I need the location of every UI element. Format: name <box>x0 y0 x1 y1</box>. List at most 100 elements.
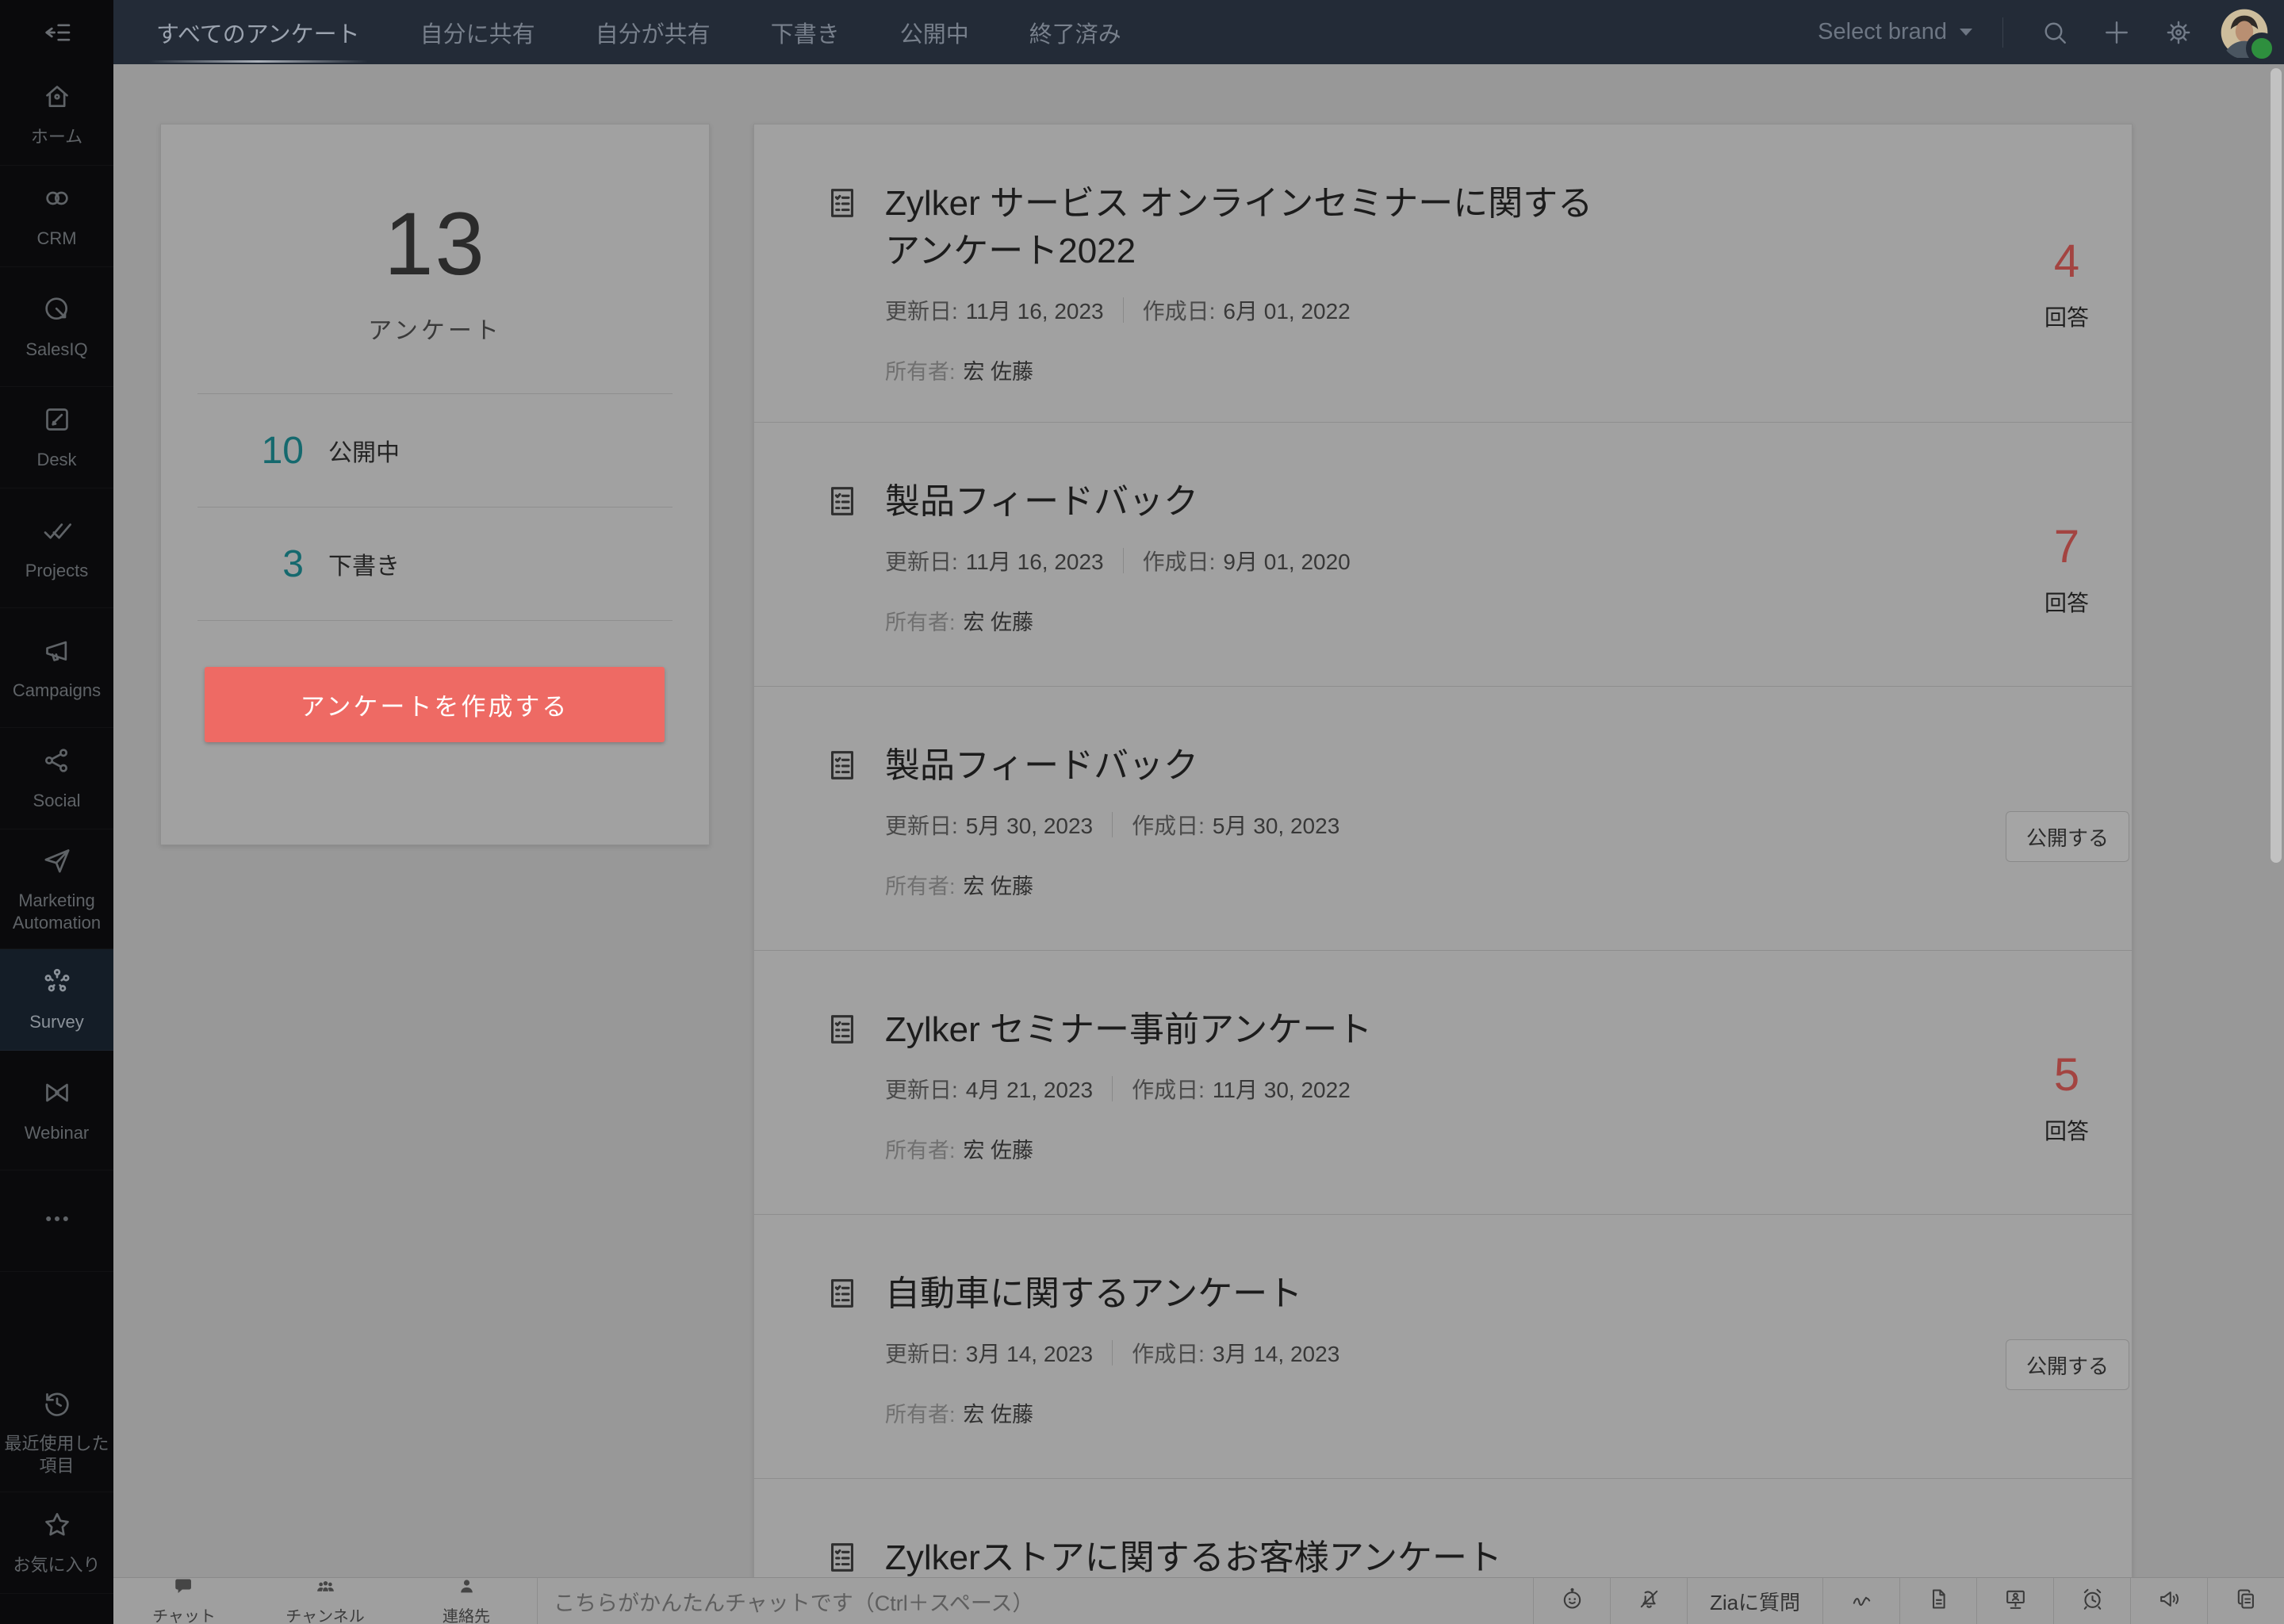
sidebar-item-survey[interactable]: Survey <box>0 949 113 1051</box>
sidebar-item-webinar[interactable]: Webinar <box>0 1051 113 1170</box>
owner-name: 宏 佐藤 <box>963 360 1034 384</box>
response-count[interactable]: 4 回答 <box>2003 235 2130 332</box>
survey-title[interactable]: Zylker セミナー事前アンケート <box>885 1006 1615 1054</box>
stat-row-下書き[interactable]: 3 下書き <box>161 508 709 620</box>
chatbar-item-label: チャンネル <box>286 1608 365 1624</box>
sidebar-item-recent[interactable]: 最近使用した項目 <box>0 1373 113 1492</box>
sidebar-item-social[interactable]: Social <box>0 728 113 829</box>
double-check-icon <box>41 515 73 550</box>
sidebar-item-label: ホーム <box>30 127 83 147</box>
megaphone-icon <box>41 634 73 670</box>
survey-row[interactable]: 製品フィードバック更新日: 5月 30, 2023 作成日: 5月 30, 2023 所… <box>754 687 2132 951</box>
chatbar-cell-clipboard[interactable] <box>2207 1578 2284 1624</box>
updated-label: 更新日: <box>885 299 958 324</box>
chatbar-cell-meeting[interactable] <box>1976 1578 2053 1624</box>
sidebar-item-more[interactable] <box>0 1170 113 1272</box>
presentation-person-icon <box>2003 1587 2028 1615</box>
survey-title[interactable]: 自動車に関するアンケート <box>885 1270 1615 1318</box>
created-date: 11月 30, 2022 <box>1212 1078 1351 1102</box>
sidebar-item-label: Marketing Automation <box>12 891 102 933</box>
survey-meta: 更新日: 5月 30, 2023 作成日: 5月 30, 2023 <box>885 809 1910 841</box>
meta-divider <box>1112 1340 1113 1365</box>
survey-title[interactable]: 製品フィードバック <box>885 478 1615 526</box>
survey-doc-icon <box>824 1011 860 1051</box>
stat-label: 公開中 <box>328 440 400 466</box>
survey-title[interactable]: Zylkerストアに関するお客様アンケート <box>885 1534 1615 1582</box>
burst-icon <box>41 966 73 1002</box>
survey-title[interactable]: Zylker サービス オンラインセミナーに関するアンケート2022 <box>885 180 1615 275</box>
people-group-icon <box>315 1576 336 1601</box>
sidebar-item-label: Desk <box>36 450 77 470</box>
sidebar-item-marketing-automation[interactable]: Marketing Automation <box>0 829 113 949</box>
meta-divider <box>1122 548 1124 573</box>
tab-closed[interactable]: 終了済み <box>1028 0 1123 67</box>
tab-shared-with-me[interactable]: 自分に共有 <box>419 0 537 67</box>
sidebar-item-projects[interactable]: Projects <box>0 488 113 608</box>
created-date: 3月 14, 2023 <box>1212 1342 1340 1366</box>
response-count[interactable]: 7 回答 <box>2003 520 2130 618</box>
survey-row[interactable]: 製品フィードバック 更新日: 11月 16, 2023 作成日: 9月 01, 2020… <box>754 423 2132 687</box>
person-icon <box>456 1576 477 1601</box>
stat-label: 下書き <box>328 553 400 580</box>
sidebar-item-crm[interactable]: CRM <box>0 166 113 267</box>
chatbar-chat[interactable]: チャット <box>113 1578 255 1624</box>
sidebar-item-label: Campaigns <box>12 680 102 700</box>
plus-icon[interactable] <box>2086 18 2148 47</box>
user-avatar[interactable] <box>2219 7 2278 64</box>
sidebar-item-campaigns[interactable]: Campaigns <box>0 608 113 728</box>
survey-owner: 所有者: 宏 佐藤 <box>885 354 1910 385</box>
chatbar-cell-announce[interactable] <box>2130 1578 2207 1624</box>
bowtie-icon <box>41 1077 73 1113</box>
response-number: 4 <box>2053 235 2080 287</box>
tab-all[interactable]: すべてのアンケート <box>148 0 368 67</box>
topbar-divider <box>2002 17 2003 48</box>
survey-row[interactable]: Zylker サービス オンラインセミナーに関するアンケート2022 更新日: 11… <box>754 124 2132 423</box>
chatbar-channels[interactable]: チャンネル <box>255 1578 396 1624</box>
sidebar-item-favorites[interactable]: お気に入り <box>0 1492 113 1594</box>
survey-owner: 所有者: 宏 佐藤 <box>885 1397 1910 1428</box>
share-nodes-icon <box>41 745 73 780</box>
search-icon[interactable] <box>2024 18 2086 47</box>
history-clock-icon <box>41 1388 73 1423</box>
chatbar-cell-notes[interactable] <box>1899 1578 1976 1624</box>
chatbar-cell-assistant[interactable] <box>1533 1578 1610 1624</box>
owner-name: 宏 佐藤 <box>963 1139 1034 1162</box>
sidebar-item-label: CRM <box>36 228 77 249</box>
ellipsis-icon <box>41 1203 73 1239</box>
gear-icon[interactable] <box>2148 18 2209 47</box>
survey-row[interactable]: 自動車に関するアンケート 更新日: 3月 14, 2023 作成日: 3月 14, 20… <box>754 1215 2132 1479</box>
sidebar-item-desk[interactable]: Desk <box>0 387 113 488</box>
sidebar-collapse-button[interactable] <box>0 0 113 64</box>
tab-drafts[interactable]: 下書き <box>769 0 841 67</box>
tab-shared-by-me[interactable]: 自分が共有 <box>594 0 712 67</box>
sidebar-item-salesiq[interactable]: SalesIQ <box>0 267 113 387</box>
stat-row-公開中[interactable]: 10 公開中 <box>161 394 709 507</box>
response-label: 回答 <box>2044 304 2089 330</box>
pen-box-icon <box>41 404 73 439</box>
chatbar-contacts[interactable]: 連絡先 <box>396 1578 537 1624</box>
survey-title[interactable]: 製品フィードバック <box>885 742 1615 790</box>
sidebar-item-home[interactable]: ホーム <box>0 64 113 166</box>
quick-chat-bar: チャット チャンネル 連絡先 こちらがかんたんチャットです（Ctrl＋スペース） Zia… <box>113 1577 2284 1624</box>
chatbar-cell-mute[interactable] <box>1610 1578 1687 1624</box>
publish-button[interactable]: 公開する <box>2006 1339 2129 1391</box>
app-sidebar: ホーム CRM SalesIQ Desk Projects Campaigns Social… <box>0 0 113 1624</box>
survey-doc-icon <box>824 1539 860 1580</box>
brand-selector[interactable]: Select brand <box>1818 19 1972 45</box>
owner-label: 所有者: <box>885 875 956 898</box>
publish-button[interactable]: 公開する <box>2006 811 2129 863</box>
chat-bubble-icon <box>174 1576 195 1601</box>
chatbar-cell-zia[interactable] <box>1822 1578 1899 1624</box>
scrollbar-thumb[interactable] <box>2271 68 2282 863</box>
survey-row[interactable]: Zylker セミナー事前アンケート 更新日: 4月 21, 2023 作成日: 11月… <box>754 951 2132 1215</box>
create-survey-button[interactable]: アンケートを作成する <box>205 667 665 742</box>
response-count[interactable]: 5 回答 <box>2003 1048 2130 1146</box>
quick-chat-input[interactable]: こちらがかんたんチャットです（Ctrl＋スペース） <box>538 1578 1533 1624</box>
chatbar-cell-ask-zia[interactable]: Ziaに質問 <box>1687 1578 1822 1624</box>
created-date: 6月 01, 2022 <box>1223 299 1351 324</box>
stat-value: 3 <box>282 542 304 585</box>
chatbar-cell-reminder[interactable] <box>2053 1578 2130 1624</box>
created-label: 作成日: <box>1132 1078 1205 1102</box>
tab-published[interactable]: 公開中 <box>899 0 971 67</box>
